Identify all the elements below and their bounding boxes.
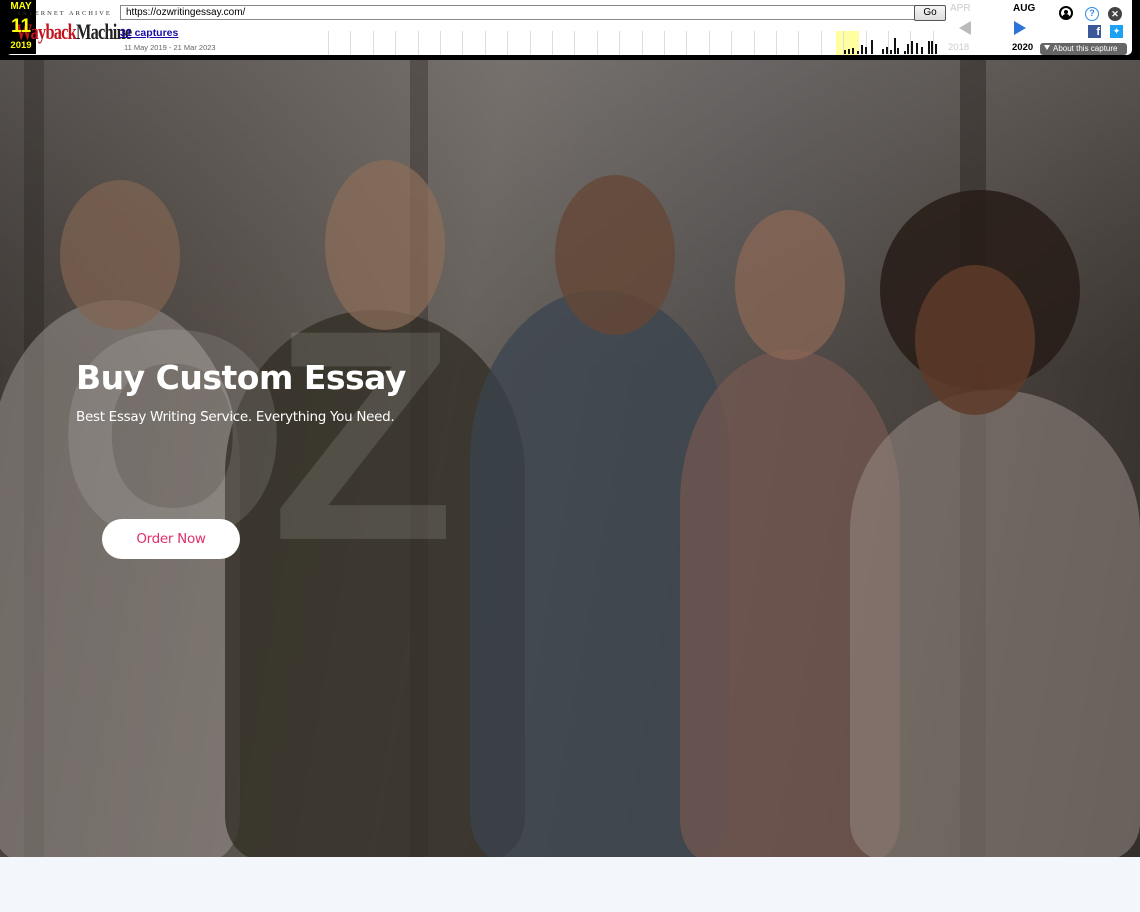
hero-title: Buy Custom Essay [76, 358, 406, 397]
wayback-date-range: 11 May 2019 - 21 Mar 2023 [124, 43, 216, 52]
sparkline-year-divider [708, 31, 710, 55]
about-capture-button[interactable]: About this capture [1040, 43, 1127, 55]
wayback-current-month: MAY [6, 1, 36, 12]
sparkline-year-divider [484, 31, 486, 55]
sparkline-capture-bar [897, 48, 899, 54]
sparkline-year-divider [529, 31, 531, 55]
sparkline-capture-bar [865, 47, 867, 54]
sparkline-capture-bar [921, 47, 923, 54]
wayback-prev-year: 2018 [948, 42, 970, 53]
wayback-current-capture: MAY 11 2019 [6, 0, 36, 54]
wayback-current-year: 2019 [10, 40, 32, 51]
sparkline-year-divider [395, 31, 397, 55]
prev-capture-arrow-icon [959, 21, 971, 35]
sparkline-year-divider [820, 31, 822, 55]
sparkline-year-divider [462, 31, 464, 55]
sparkline-capture-bar [861, 45, 863, 54]
sparkline-year-divider [753, 31, 755, 55]
sparkline-year-divider [574, 31, 576, 55]
sparkline-year-divider [776, 31, 777, 55]
sparkline-capture-bar [871, 40, 873, 54]
sparkline-year-divider [372, 31, 374, 55]
wayback-url-input[interactable]: https://ozwritingessay.com/ [120, 5, 919, 20]
sparkline-year-divider [731, 31, 733, 55]
sparkline-year-divider [552, 31, 553, 55]
wayback-go-button[interactable]: Go [914, 5, 946, 21]
chevron-down-icon [1044, 45, 1050, 50]
sparkline-capture-bar [890, 50, 892, 54]
sparkline-year-divider [641, 31, 643, 55]
sparkline-year-divider [596, 31, 598, 55]
sparkline-year-divider [664, 31, 665, 55]
sparkline-year-divider [798, 31, 800, 55]
sparkline-capture-bar [911, 41, 913, 54]
sparkline-capture-bar [852, 48, 854, 54]
sparkline-year-divider [619, 31, 621, 55]
facebook-icon[interactable]: f [1088, 25, 1101, 38]
sparkline-year-divider [507, 31, 509, 55]
sparkline-year-divider [328, 31, 329, 55]
wayback-next-year[interactable]: 2020 [1012, 42, 1033, 53]
wayback-toolbar-panel: INTERNET ARCHIVE WaybackMachine https://… [6, 0, 1132, 55]
sparkline-year-divider [417, 31, 419, 55]
sparkline-capture-bar [857, 51, 859, 54]
wayback-captures-link[interactable]: 31 captures [120, 27, 178, 39]
sparkline-year-divider [440, 31, 441, 55]
sparkline-capture-bar [844, 50, 846, 54]
hero-subtitle: Best Essay Writing Service. Everything Y… [76, 409, 395, 425]
wayback-next-month[interactable]: AUG [1013, 3, 1035, 14]
sparkline-year-divider [888, 31, 889, 55]
sparkline-capture-bar [935, 44, 937, 54]
about-capture-label: About this capture [1053, 44, 1118, 53]
hero-section: OZ Buy Custom Essay Best Essay Writing S… [0, 60, 1140, 857]
user-icon[interactable] [1059, 6, 1073, 20]
twitter-icon[interactable]: ✦ [1110, 25, 1123, 38]
sparkline-capture-bar [916, 43, 918, 54]
sparkline-capture-bar [848, 49, 850, 54]
wayback-prev-month: APR [950, 3, 971, 14]
sparkline-capture-bar [886, 47, 888, 54]
page-section-below-hero [0, 857, 1140, 912]
sparkline-capture-bar [894, 38, 896, 54]
wayback-capture-sparkline[interactable] [316, 31, 942, 55]
sparkline-capture-bar [882, 49, 884, 54]
wayback-current-day: 11 [10, 16, 32, 37]
sparkline-capture-bar [931, 41, 933, 54]
order-now-button[interactable]: Order Now [102, 519, 240, 559]
sparkline-year-divider [350, 31, 352, 55]
sparkline-capture-bar [907, 44, 909, 54]
sparkline-capture-bar [904, 51, 906, 54]
close-icon[interactable]: ✕ [1108, 7, 1122, 21]
wayback-toolbar: INTERNET ARCHIVE WaybackMachine https://… [0, 0, 1140, 60]
next-capture-arrow-icon[interactable] [1014, 21, 1026, 35]
help-icon[interactable]: ? [1085, 7, 1099, 21]
sparkline-capture-bar [928, 41, 930, 54]
sparkline-year-divider [686, 31, 688, 55]
